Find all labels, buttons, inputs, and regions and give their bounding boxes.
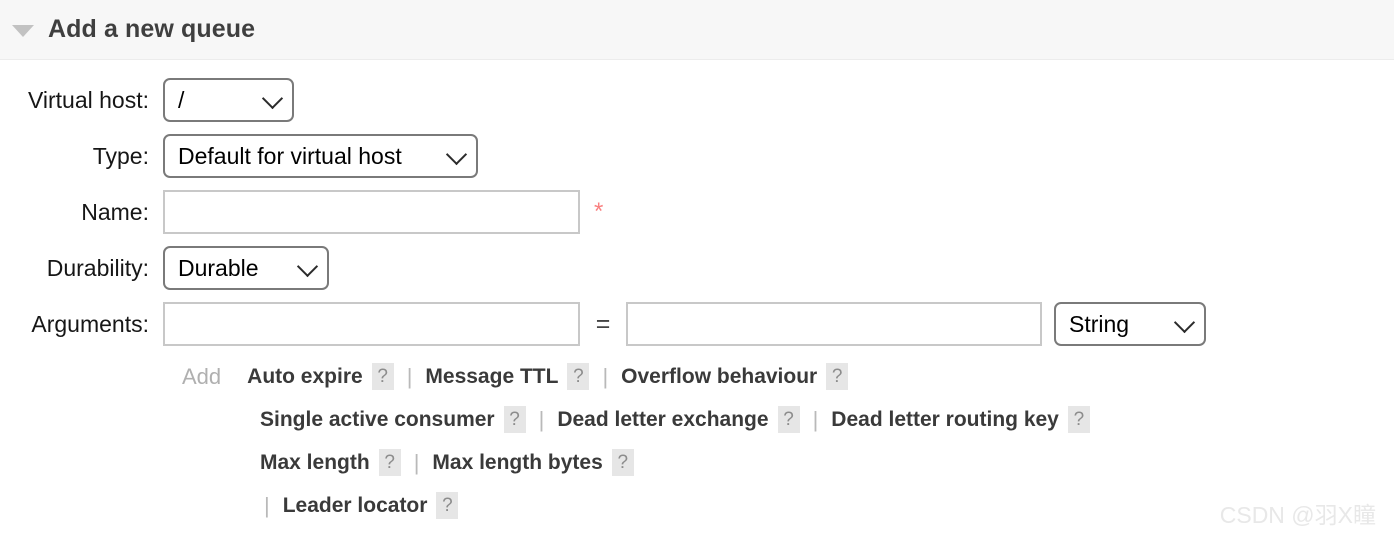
section-header[interactable]: Add a new queue [0,0,1394,60]
virtual-host-field-area: / [163,78,294,122]
preset-link-leader-locator[interactable]: Leader locator [283,494,428,518]
preset-row: Single active consumer ? | Dead letter e… [182,398,1394,441]
chevron-down-icon [261,87,284,110]
preset-row: Max length ? | Max length bytes ? [182,441,1394,484]
help-icon-dead-letter-routing-key[interactable]: ? [1067,406,1090,433]
preset-link-message-ttl[interactable]: Message TTL [425,365,558,389]
form-row-durability: Durability: Durable [0,240,1394,296]
virtual-host-label: Virtual host: [27,86,149,113]
help-icon-max-length-bytes[interactable]: ? [611,449,634,476]
argument-type-select[interactable]: String [1054,302,1206,346]
durability-field-area: Durable [163,246,329,290]
name-field-area: * [163,190,603,234]
argument-value-input[interactable] [626,302,1042,346]
help-icon-auto-expire[interactable]: ? [371,363,394,390]
equals-sign: = [595,309,611,338]
separator: | [538,406,545,432]
help-icon-single-active-consumer[interactable]: ? [503,406,526,433]
help-icon-message-ttl[interactable]: ? [567,363,590,390]
argument-type-wrap: String [1054,302,1206,346]
arguments-field-area: = String [163,302,1206,346]
preset-link-auto-expire[interactable]: Auto expire [247,365,363,389]
preset-link-max-length-bytes[interactable]: Max length bytes [432,451,602,475]
type-field-area: Default for virtual host [163,134,478,178]
arguments-label: Arguments: [31,310,149,337]
required-marker: * [594,198,604,225]
separator: | [264,492,270,518]
add-argument-button[interactable]: Add [182,364,221,390]
chevron-down-icon [296,255,319,278]
add-queue-form: Virtual host: / Type: Default for virtua… [0,60,1394,527]
form-row-type: Type: Default for virtual host [0,128,1394,184]
argument-presets: Add Auto expire ? | Message TTL ? | Over… [0,352,1394,527]
help-icon-overflow-behaviour[interactable]: ? [826,363,849,390]
help-icon-max-length[interactable]: ? [378,449,401,476]
help-icon-leader-locator[interactable]: ? [436,492,459,519]
chevron-down-icon [445,143,468,166]
name-input[interactable] [163,190,580,234]
form-row-virtual-host: Virtual host: / [0,72,1394,128]
type-select[interactable]: Default for virtual host [163,134,478,178]
preset-link-dead-letter-routing-key[interactable]: Dead letter routing key [831,408,1059,432]
help-icon-dead-letter-exchange[interactable]: ? [777,406,800,433]
preset-row: | Leader locator ? [182,484,1394,527]
virtual-host-select[interactable]: / [163,78,294,122]
separator: | [413,449,420,475]
virtual-host-value: / [178,86,185,113]
durability-label: Durability: [46,254,149,281]
name-label: Name: [81,198,149,225]
preset-link-max-length[interactable]: Max length [260,451,370,475]
durability-select[interactable]: Durable [163,246,329,290]
chevron-down-icon [1173,311,1196,334]
preset-link-single-active-consumer[interactable]: Single active consumer [260,408,495,432]
watermark: CSDN @羽X瞳 [1219,502,1376,528]
preset-row: Add Auto expire ? | Message TTL ? | Over… [182,355,1394,398]
durability-value: Durable [178,254,259,281]
form-row-name: Name: * [0,184,1394,240]
type-value: Default for virtual host [178,142,402,169]
separator: | [602,363,609,389]
argument-key-input[interactable] [163,302,580,346]
triangle-down-icon[interactable] [12,24,34,37]
page-title: Add a new queue [48,15,256,43]
preset-link-dead-letter-exchange[interactable]: Dead letter exchange [557,408,768,432]
preset-link-overflow-behaviour[interactable]: Overflow behaviour [621,365,817,389]
argument-type-value: String [1069,310,1130,337]
separator: | [812,406,819,432]
type-label: Type: [92,142,149,169]
form-row-arguments: Arguments: = String [0,296,1394,352]
separator: | [406,363,413,389]
